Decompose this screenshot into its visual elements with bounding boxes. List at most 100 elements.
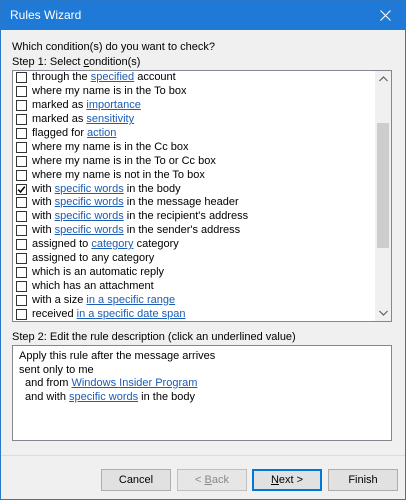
condition-checkbox[interactable] bbox=[16, 72, 27, 84]
condition-row[interactable]: where my name is in the To box bbox=[13, 85, 376, 99]
condition-checkbox[interactable] bbox=[16, 294, 27, 306]
condition-checkbox[interactable] bbox=[16, 100, 27, 112]
conditions-scrollbar[interactable] bbox=[375, 71, 391, 321]
condition-row[interactable]: which has an attachment bbox=[13, 279, 376, 293]
condition-row[interactable]: received in a specific date span bbox=[13, 307, 376, 321]
rule-description-box: Apply this rule after the message arrive… bbox=[12, 345, 392, 441]
condition-link[interactable]: specific words bbox=[55, 210, 124, 222]
description-link[interactable]: Windows Insider Program bbox=[71, 377, 197, 389]
condition-text: which has an attachment bbox=[32, 280, 154, 293]
condition-link[interactable]: in a specific range bbox=[86, 294, 175, 306]
condition-row[interactable]: which is an automatic reply bbox=[13, 265, 376, 279]
condition-row[interactable]: assigned to any category bbox=[13, 252, 376, 266]
condition-checkbox[interactable] bbox=[16, 169, 27, 181]
condition-row[interactable]: flagged for action bbox=[13, 127, 376, 141]
scroll-down-button[interactable] bbox=[375, 305, 391, 321]
condition-row[interactable]: marked as importance bbox=[13, 99, 376, 113]
condition-link[interactable]: category bbox=[91, 238, 133, 250]
cancel-button[interactable]: Cancel bbox=[101, 469, 171, 491]
condition-row[interactable]: with specific words in the sender's addr… bbox=[13, 224, 376, 238]
condition-checkbox[interactable] bbox=[16, 155, 27, 167]
description-text: and with bbox=[25, 390, 70, 403]
button-separator bbox=[1, 455, 405, 456]
condition-text-part: with bbox=[32, 210, 55, 223]
condition-checkbox[interactable] bbox=[16, 197, 27, 209]
condition-checkbox[interactable] bbox=[16, 128, 27, 139]
condition-row[interactable]: through the specified account bbox=[13, 71, 376, 85]
condition-text: flagged for action bbox=[32, 127, 116, 140]
condition-checkbox[interactable] bbox=[16, 141, 27, 153]
condition-text-part: with bbox=[32, 224, 55, 237]
conditions-items: through the specified account where my na… bbox=[13, 71, 376, 321]
chevron-down-icon bbox=[378, 310, 388, 316]
condition-text-part: received bbox=[32, 307, 77, 320]
step2-label: Step 2: Edit the rule description (click… bbox=[12, 331, 296, 343]
condition-link[interactable]: specific words bbox=[55, 224, 124, 236]
description-text: and from bbox=[25, 377, 72, 389]
description-text: in the body bbox=[138, 390, 195, 403]
scroll-up-button[interactable] bbox=[375, 71, 391, 87]
condition-text: with specific words in the body bbox=[32, 183, 181, 196]
condition-link[interactable]: in a specific date span bbox=[77, 308, 186, 320]
condition-link[interactable]: specific words bbox=[55, 196, 124, 208]
next-button[interactable]: Next > bbox=[252, 469, 322, 491]
condition-checkbox[interactable] bbox=[16, 308, 27, 320]
condition-text: where my name is in the Cc box bbox=[32, 141, 189, 154]
description-text: Apply this rule after the message arrive… bbox=[19, 350, 216, 362]
condition-checkbox[interactable] bbox=[16, 225, 27, 237]
rules-wizard-dialog: Rules Wizard Which condition(s) do you w… bbox=[0, 0, 406, 500]
condition-link[interactable]: action bbox=[87, 127, 116, 139]
window-title: Rules Wizard bbox=[10, 8, 82, 22]
condition-checkbox[interactable] bbox=[16, 211, 27, 223]
conditions-list[interactable]: through the specified account where my na… bbox=[12, 70, 392, 322]
condition-row[interactable]: where my name is in the To or Cc box bbox=[13, 154, 376, 168]
close-button[interactable] bbox=[365, 1, 405, 30]
condition-checkbox[interactable] bbox=[16, 183, 27, 195]
back-label-suffix: ack bbox=[211, 474, 229, 486]
back-button[interactable]: < Back bbox=[177, 469, 247, 491]
condition-text: where my name is in the To box bbox=[32, 85, 186, 98]
condition-checkbox[interactable] bbox=[16, 280, 27, 292]
condition-text: marked as sensitivity bbox=[32, 113, 134, 126]
condition-row[interactable]: where my name is in the Cc box bbox=[13, 140, 376, 154]
condition-text-part: account bbox=[134, 71, 176, 84]
condition-row[interactable]: with a size in a specific range bbox=[13, 293, 376, 307]
condition-text: with specific words in the sender's addr… bbox=[32, 224, 240, 237]
chevron-up-icon bbox=[378, 76, 388, 82]
condition-checkbox[interactable] bbox=[16, 266, 27, 278]
back-accelerator: B bbox=[204, 474, 212, 486]
condition-row[interactable]: where my name is not in the To box bbox=[13, 168, 376, 182]
scroll-thumb[interactable] bbox=[377, 123, 389, 248]
condition-text-part: in the sender's address bbox=[123, 224, 241, 237]
conditions-question: Which condition(s) do you want to check? bbox=[12, 41, 215, 53]
condition-text-part: which is an automatic reply bbox=[32, 265, 165, 278]
condition-checkbox[interactable] bbox=[16, 86, 27, 98]
condition-text: assigned to category category bbox=[32, 238, 179, 251]
condition-link[interactable]: specified bbox=[91, 71, 134, 83]
description-link[interactable]: specific words bbox=[69, 391, 138, 403]
condition-row[interactable]: with specific words in the body bbox=[13, 182, 376, 196]
condition-row[interactable]: assigned to category category bbox=[13, 238, 376, 252]
condition-row[interactable]: with specific words in the recipient's a… bbox=[13, 210, 376, 224]
condition-text-part: with a size bbox=[32, 293, 87, 306]
condition-text-part: assigned to bbox=[32, 238, 92, 251]
condition-text-part: marked as bbox=[32, 113, 87, 126]
condition-row[interactable]: with specific words in the message heade… bbox=[13, 196, 376, 210]
close-icon bbox=[379, 10, 391, 21]
condition-row[interactable]: marked as sensitivity bbox=[13, 113, 376, 127]
condition-text: where my name is not in the To box bbox=[32, 169, 205, 182]
condition-text-part: with bbox=[32, 196, 55, 209]
condition-text: with a size in a specific range bbox=[32, 294, 175, 307]
condition-checkbox[interactable] bbox=[16, 114, 27, 126]
condition-checkbox[interactable] bbox=[16, 253, 27, 265]
description-line: Apply this rule after the message arrive… bbox=[19, 350, 385, 364]
step1-suffix: ondition(s) bbox=[89, 56, 141, 68]
condition-link[interactable]: importance bbox=[86, 99, 140, 111]
condition-link[interactable]: specific words bbox=[55, 183, 124, 195]
condition-link[interactable]: sensitivity bbox=[86, 113, 134, 125]
finish-button[interactable]: Finish bbox=[328, 469, 398, 491]
condition-text-part: in the message header bbox=[123, 196, 239, 209]
condition-text: assigned to any category bbox=[32, 252, 154, 265]
condition-checkbox[interactable] bbox=[16, 239, 27, 251]
condition-text: where my name is in the To or Cc box bbox=[32, 155, 216, 168]
